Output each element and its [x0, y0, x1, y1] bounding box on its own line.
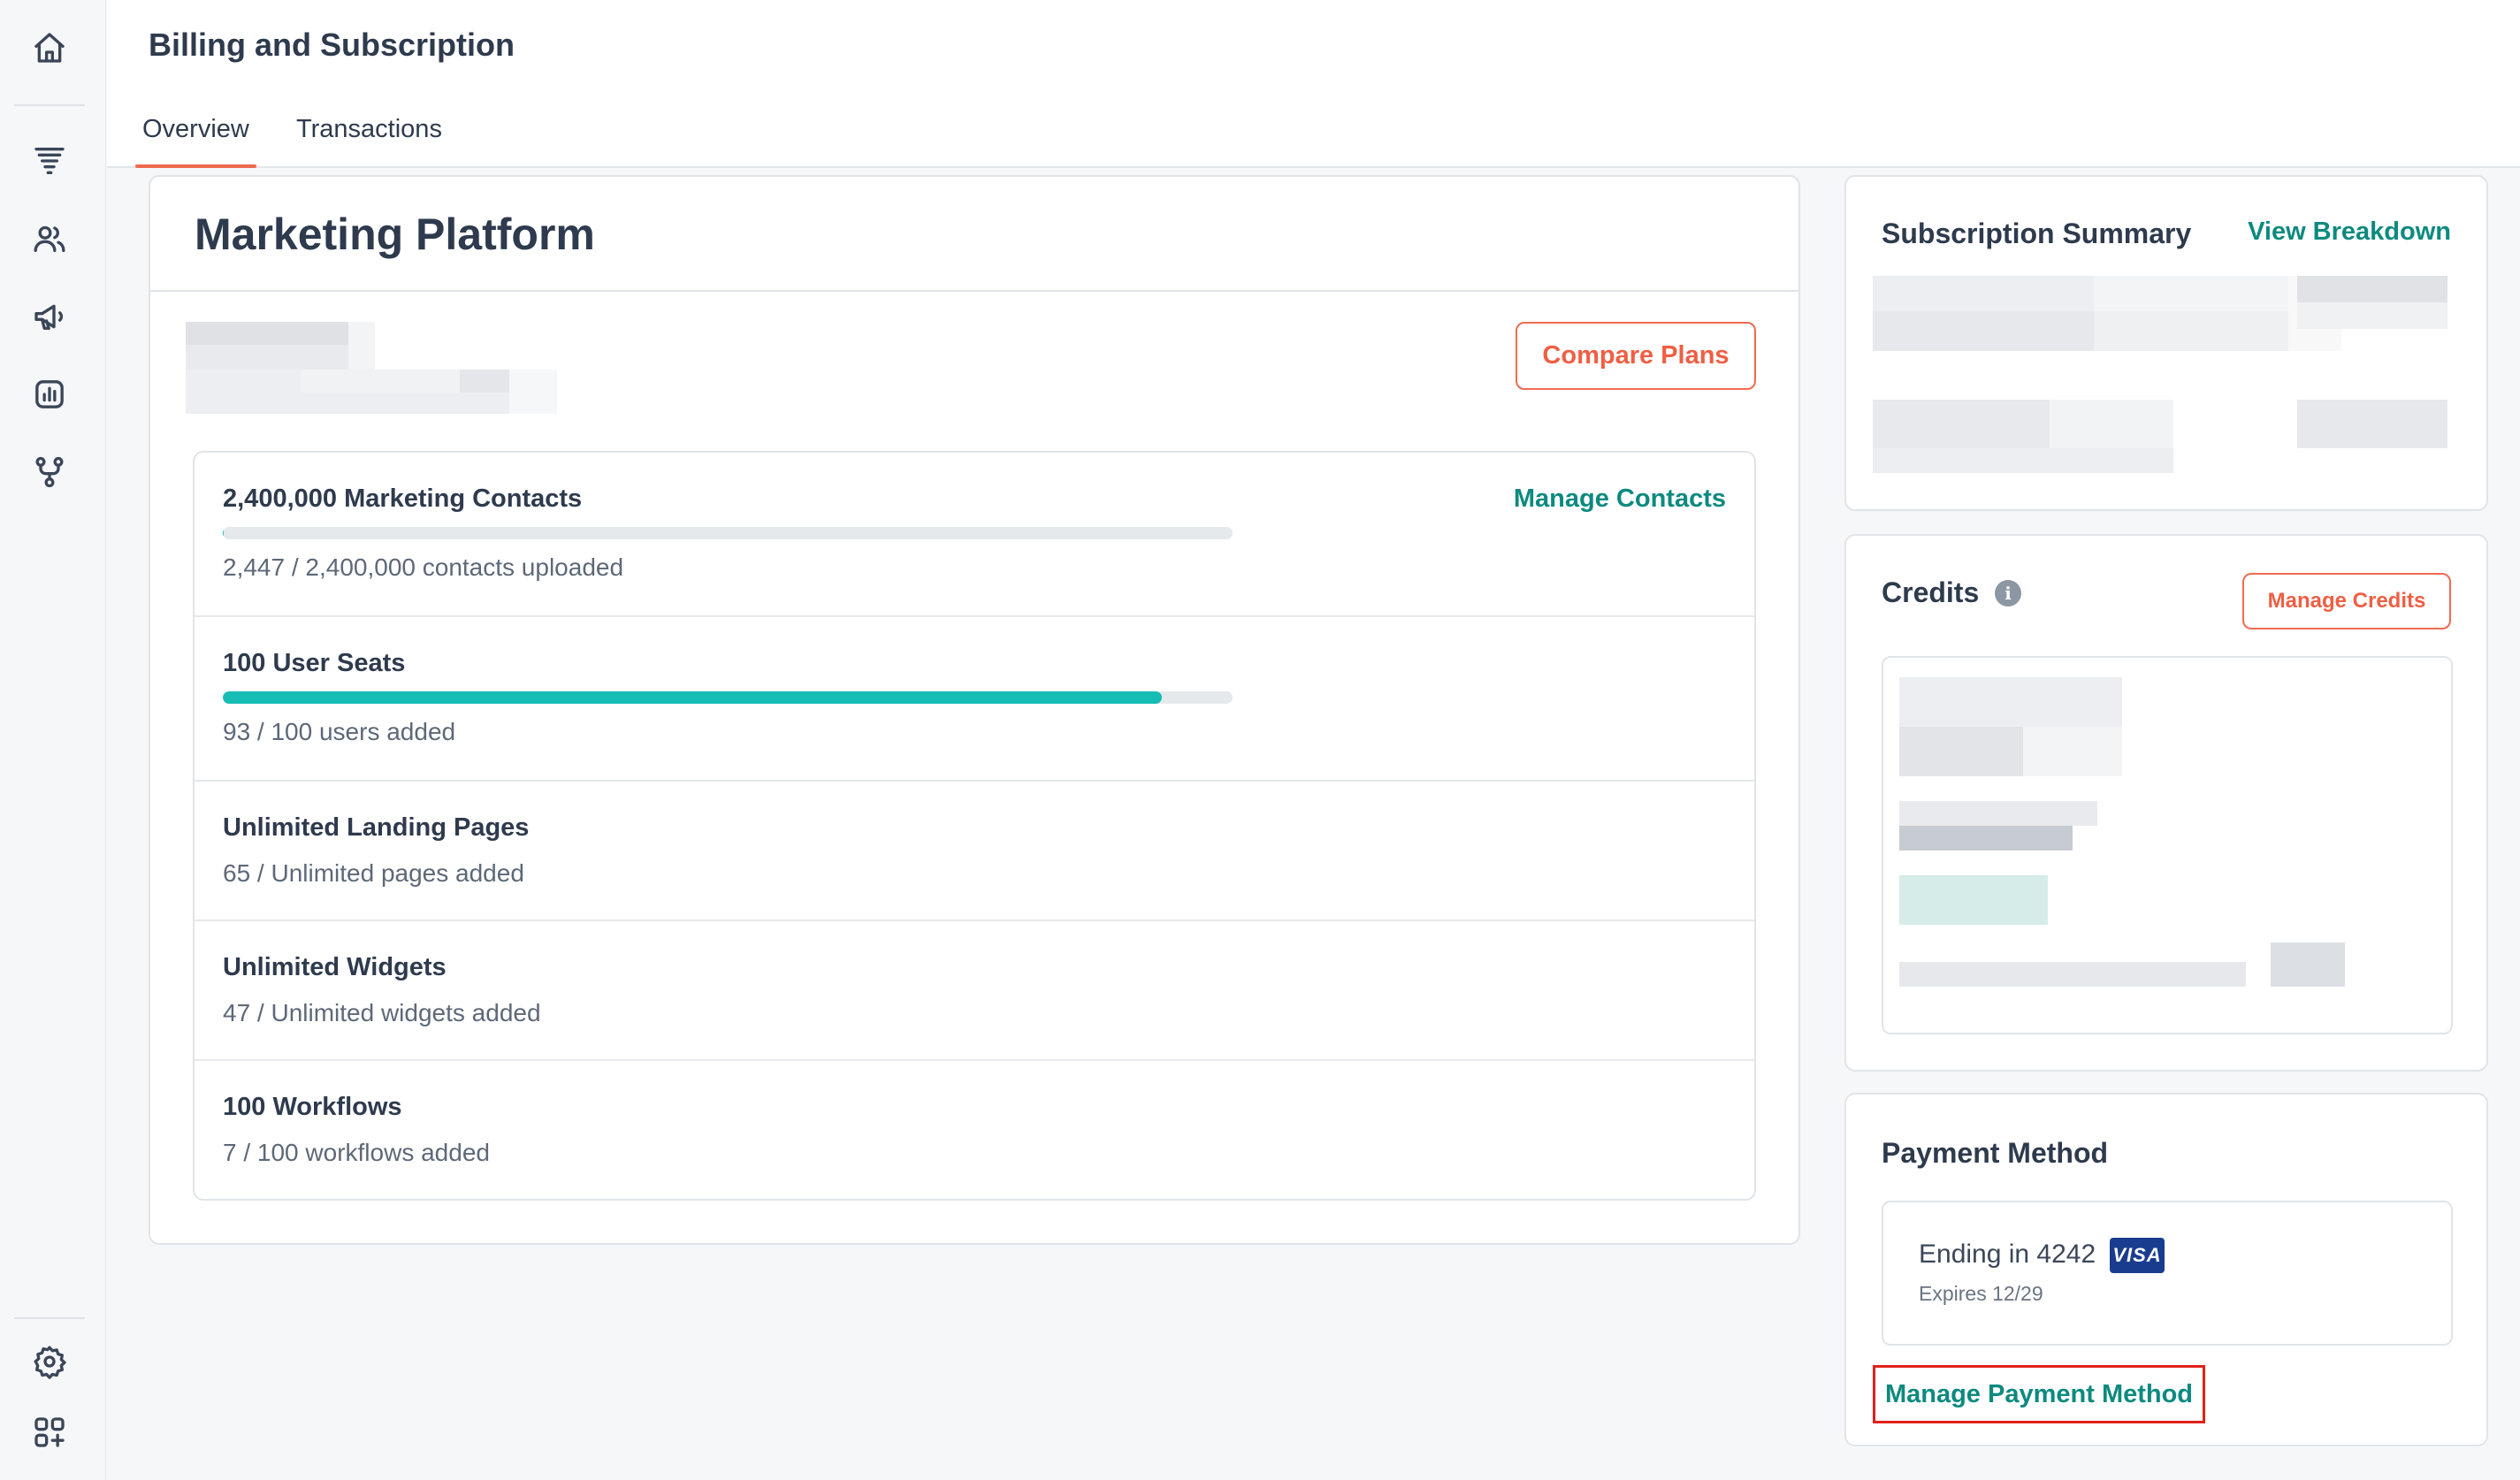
usage-subtext: 65 / Unlimited pages added [223, 859, 524, 887]
reports-icon[interactable] [30, 375, 69, 414]
tab-overview[interactable]: Overview [135, 115, 256, 168]
credits-details-box [1882, 656, 2453, 1034]
sidebar [0, 0, 106, 1480]
divider [150, 290, 1798, 292]
usage-row-widgets: Unlimited Widgets 47 / Unlimited widgets… [195, 921, 1754, 1061]
payment-method-card: Payment Method Ending in 4242 VISA Expir… [1844, 1093, 2488, 1446]
page-title: Billing and Subscription [149, 27, 515, 63]
funnel-icon[interactable] [30, 141, 69, 180]
redacted-summary-details [1873, 276, 2465, 479]
sidebar-divider [14, 104, 85, 106]
contacts-icon[interactable] [30, 219, 69, 258]
info-icon[interactable]: i [1995, 580, 2021, 606]
redacted-plan-info [186, 322, 557, 417]
usage-title: Unlimited Landing Pages [223, 813, 530, 842]
usage-subtext: 47 / Unlimited widgets added [223, 999, 541, 1026]
settings-icon[interactable] [30, 1342, 69, 1381]
usage-list: 2,400,000 Marketing Contacts Manage Cont… [193, 451, 1756, 1201]
payment-card-box: Ending in 4242 VISA Expires 12/29 [1882, 1201, 2453, 1346]
contacts-progress-bar [223, 527, 1233, 539]
redacted-credits-details [1899, 677, 2394, 1022]
page-header: Billing and Subscription Overview Transa… [107, 0, 2520, 168]
workflow-icon[interactable] [30, 453, 69, 492]
plan-card: Marketing Platform Compare Plans 2,400,0… [149, 175, 1800, 1245]
card-expiry-text: Expires 12/29 [1919, 1282, 2043, 1305]
sidebar-divider [14, 1317, 85, 1319]
usage-subtext: 2,447 / 2,400,000 contacts uploaded [223, 553, 624, 581]
usage-row-landing-pages: Unlimited Landing Pages 65 / Unlimited p… [195, 782, 1754, 921]
seats-progress-bar [223, 691, 1233, 704]
usage-row-workflows: 100 Workflows 7 / 100 workflows added [195, 1061, 1754, 1199]
subscription-summary-card: Subscription Summary View Breakdown [1844, 175, 2488, 511]
home-icon[interactable] [30, 28, 69, 67]
usage-title: 100 Workflows [223, 1093, 402, 1121]
usage-row-seats: 100 User Seats 93 / 100 users added [195, 617, 1754, 782]
usage-subtext: 7 / 100 workflows added [223, 1139, 490, 1166]
megaphone-icon[interactable] [30, 297, 69, 336]
visa-logo-icon: VISA [2110, 1238, 2165, 1273]
view-breakdown-link[interactable]: View Breakdown [2248, 217, 2451, 247]
credits-card: Credits i Manage Credits [1844, 534, 2488, 1072]
credits-title: Credits [1882, 576, 1980, 608]
manage-credits-button[interactable]: Manage Credits [2242, 573, 2451, 629]
tab-transactions[interactable]: Transactions [296, 115, 442, 168]
usage-subtext: 93 / 100 users added [223, 718, 456, 745]
progress-fill [223, 527, 225, 539]
summary-title: Subscription Summary [1882, 217, 2192, 249]
usage-title: Unlimited Widgets [223, 953, 447, 981]
manage-payment-method-link[interactable]: Manage Payment Method [1873, 1365, 2205, 1423]
payment-title: Payment Method [1882, 1137, 2109, 1169]
usage-title: 100 User Seats [223, 649, 406, 677]
compare-plans-button[interactable]: Compare Plans [1516, 322, 1756, 390]
apps-icon[interactable] [30, 1413, 69, 1452]
manage-contacts-link[interactable]: Manage Contacts [1514, 484, 1726, 514]
plan-title: Marketing Platform [195, 210, 595, 259]
card-ending-text: Ending in 4242 [1919, 1240, 2096, 1269]
usage-title: 2,400,000 Marketing Contacts [223, 484, 583, 513]
usage-row-contacts: 2,400,000 Marketing Contacts Manage Cont… [195, 453, 1754, 617]
progress-fill [223, 691, 1163, 704]
